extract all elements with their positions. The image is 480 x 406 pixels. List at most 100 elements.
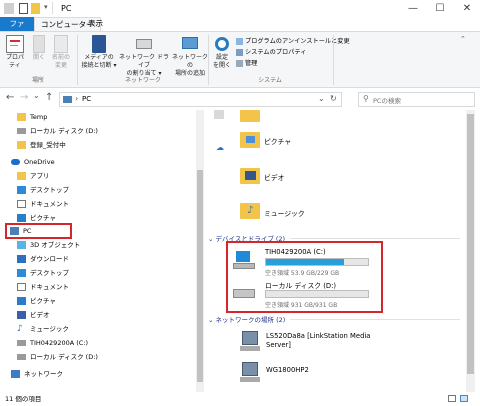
- nav-item-documents[interactable]: ドキュメント: [17, 197, 69, 212]
- network-group-header[interactable]: ⌄ ネットワークの場所 (2): [208, 314, 285, 324]
- nav-item-label: OneDrive: [24, 158, 55, 166]
- map-network-drive-button[interactable]: ネットワーク ドライブ の割り当て ▾: [119, 35, 169, 78]
- nav-scrollbar-thumb[interactable]: [197, 170, 203, 382]
- open-settings-button[interactable]: 設定 を開く: [211, 35, 233, 70]
- map-label-1: ネットワーク ドライブ: [119, 54, 169, 69]
- nav-item-temp[interactable]: Temp: [17, 110, 47, 125]
- network-item-media-server[interactable]: LS520Da8a [LinkStation Media Server]: [266, 332, 376, 350]
- cloud-status-icon: ☁: [216, 143, 224, 152]
- nav-item-registration[interactable]: 登録_受付中: [17, 138, 66, 153]
- folder-music[interactable]: ♪: [240, 203, 260, 219]
- nav-item-label: 3D オブジェクト: [30, 241, 81, 249]
- network-header-label: ネットワークの場所 (2): [215, 316, 286, 324]
- content-scrollbar-thumb[interactable]: [467, 114, 474, 374]
- nav-item-drive-d[interactable]: ローカル ディスク (D:): [17, 350, 98, 365]
- media-server-item-icon: [240, 331, 260, 353]
- drive-d-name: ローカル ディスク (D:): [265, 282, 337, 290]
- ribbon-collapse-icon[interactable]: ⌃: [460, 35, 466, 43]
- nav-item-downloads[interactable]: ダウンロード: [17, 252, 69, 267]
- minimize-button[interactable]: —: [400, 0, 426, 17]
- nav-scrollbar[interactable]: [196, 110, 204, 392]
- nav-item-desktop[interactable]: デスクトップ: [17, 183, 69, 198]
- manage-icon: [236, 59, 243, 67]
- manage-button[interactable]: 管理: [236, 58, 257, 67]
- folder-videos-label: ビデオ: [264, 174, 285, 182]
- media-connect-button[interactable]: メディアの 接続と切断 ▾: [80, 35, 118, 70]
- rename-icon: [54, 35, 68, 53]
- open-icon: [33, 35, 45, 53]
- nav-item-desktop-pc[interactable]: デスクトップ: [17, 266, 69, 281]
- network-item-router[interactable]: WG1800HP2: [266, 366, 309, 374]
- maximize-button[interactable]: ☐: [427, 0, 453, 17]
- nav-item-pc[interactable]: PC: [10, 224, 31, 239]
- ribbon-tabs: ファイル コンピューター 表示: [0, 17, 480, 42]
- folder-pictures[interactable]: [240, 132, 260, 148]
- nav-item-label: ダウンロード: [30, 255, 69, 263]
- address-row: ← → ⌄ ↑ › PC ⌄ ↻ ⚲ PCの検索: [0, 88, 480, 110]
- nav-item-music[interactable]: ♪ ミュージック: [17, 322, 69, 337]
- pc-icon: [63, 96, 72, 103]
- nav-item-label: ピクチャ: [30, 214, 56, 222]
- forward-button[interactable]: →: [20, 92, 28, 103]
- address-dropdown-icon[interactable]: ⌄: [318, 94, 325, 103]
- nav-item-documents-pc[interactable]: ドキュメント: [17, 280, 69, 295]
- large-icons-view-icon[interactable]: [460, 395, 468, 402]
- address-bar[interactable]: › PC ⌄ ↻: [59, 92, 342, 107]
- properties-button[interactable]: プロパティ: [3, 35, 27, 70]
- nav-item-label: ドキュメント: [30, 200, 69, 208]
- details-view-icon[interactable]: [448, 395, 456, 402]
- title-bar: ▾ PC — ☐ ✕: [0, 0, 480, 17]
- rename-button[interactable]: 名前の 変更: [51, 35, 71, 70]
- folder-videos[interactable]: [240, 168, 260, 184]
- pictures-folder-icon: [240, 132, 260, 148]
- add-network-location-button[interactable]: ネットワークの 場所の追加: [170, 35, 210, 78]
- add-label-1: ネットワークの: [171, 54, 208, 69]
- drive-c-name: TIH0429200A (C:): [265, 248, 326, 256]
- nav-item-apps[interactable]: アプリ: [17, 169, 50, 184]
- ribbon: プロパティ 開く 名前の 変更 場所 メディアの 接続と切断 ▾ ネットワーク …: [0, 31, 480, 88]
- folder-icon: [17, 172, 26, 180]
- nav-item-label: Temp: [30, 113, 48, 121]
- search-input[interactable]: ⚲ PCの検索: [358, 92, 475, 107]
- rename-label-1: 名前の: [51, 54, 70, 61]
- content-scrollbar[interactable]: [466, 110, 475, 392]
- tab-view[interactable]: 表示: [82, 17, 109, 31]
- search-placeholder: PCの検索: [373, 97, 401, 105]
- group-location-label: 場所: [31, 77, 44, 84]
- nav-item-network[interactable]: ネットワーク: [11, 367, 63, 382]
- up-button[interactable]: ↑: [45, 92, 53, 103]
- documents-icon: [17, 200, 26, 208]
- nav-item-label: 登録_受付中: [30, 141, 66, 149]
- back-button[interactable]: ←: [6, 92, 14, 103]
- nav-item-drive-c[interactable]: TIH0429200A (C:): [17, 336, 88, 351]
- new-folder-quick-icon[interactable]: [31, 3, 40, 14]
- drive-icon: [17, 128, 26, 134]
- recent-locations-button[interactable]: ⌄: [33, 91, 40, 100]
- folder-pictures-label: ピクチャ: [264, 138, 292, 146]
- nav-item-local-disk-d[interactable]: ローカル ディスク (D:): [17, 124, 98, 139]
- breadcrumb-pc[interactable]: PC: [82, 95, 91, 103]
- cloud-sync-icon: [214, 110, 224, 119]
- item-count: 11 個の項目: [5, 395, 42, 403]
- nav-item-onedrive[interactable]: OneDrive: [11, 155, 55, 170]
- quick-access-dropdown-icon[interactable]: ▾: [44, 3, 48, 11]
- tab-file[interactable]: ファイル: [0, 17, 34, 42]
- nav-item-pictures-pc[interactable]: ピクチャ: [17, 294, 56, 309]
- system-properties-button[interactable]: システムのプロパティ: [236, 47, 306, 56]
- media-server-icon: [92, 35, 106, 53]
- uninstall-icon: [236, 37, 243, 45]
- desktop-icon: [17, 269, 26, 277]
- 3d-objects-icon: [17, 241, 26, 249]
- status-bar: 11 個の項目: [0, 392, 480, 406]
- open-button[interactable]: 開く: [31, 35, 47, 62]
- nav-item-3d-objects[interactable]: 3D オブジェクト: [17, 238, 80, 253]
- refresh-icon[interactable]: ↻: [330, 94, 337, 103]
- pictures-icon: [17, 214, 26, 222]
- drive-d-item[interactable]: ローカル ディスク (D:) 空き領域 931 GB/931 GB: [230, 279, 380, 309]
- properties-quick-icon[interactable]: [19, 3, 28, 14]
- drive-c-item[interactable]: TIH0429200A (C:) 空き領域 53.9 GB/229 GB: [230, 247, 380, 277]
- close-button[interactable]: ✕: [454, 0, 480, 17]
- properties-icon: [6, 35, 24, 53]
- manage-label: 管理: [245, 60, 258, 67]
- nav-item-videos[interactable]: ビデオ: [17, 308, 50, 323]
